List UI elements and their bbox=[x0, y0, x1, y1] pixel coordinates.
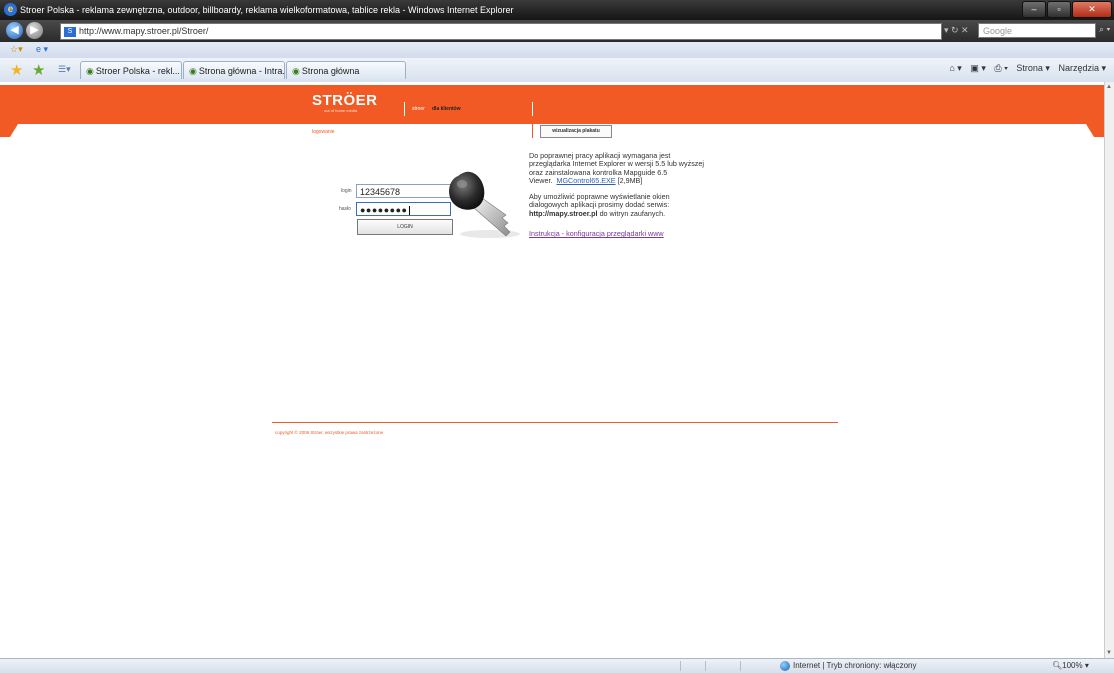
login-label: login bbox=[341, 188, 352, 194]
back-button[interactable]: ◀ bbox=[6, 22, 23, 39]
feeds-icon[interactable]: ▣ ▾ bbox=[970, 63, 986, 73]
poster-visualization-button[interactable]: wizualizacja plakatu bbox=[540, 125, 612, 138]
address-url: http://www.mapy.stroer.pl/Stroer/ bbox=[79, 26, 209, 36]
address-toolbar: ◀ ▶ Shttp://www.mapy.stroer.pl/Stroer/ ▾… bbox=[0, 20, 1114, 42]
login-input[interactable]: 12345678 bbox=[356, 184, 451, 198]
status-divider bbox=[705, 661, 706, 671]
window-title: Stroer Polska - reklama zewnętrzna, outd… bbox=[20, 5, 514, 15]
browser-config-instructions-link[interactable]: Instrukcja - konfiguracja przeglądarki w… bbox=[529, 229, 664, 238]
tab-label: Stroer Polska - rekl... bbox=[95, 66, 180, 76]
address-field[interactable]: Shttp://www.mapy.stroer.pl/Stroer/ bbox=[60, 23, 942, 40]
trusted-sites-paragraph: Aby umożliwić poprawne wyświetlanie okie… bbox=[529, 192, 709, 218]
nav-link-stroer[interactable]: stroer bbox=[412, 106, 425, 112]
status-divider bbox=[680, 661, 681, 671]
nav-divider bbox=[404, 102, 405, 116]
security-zone-text: Internet | Tryb chroniony: włączony bbox=[793, 661, 917, 671]
key-icon bbox=[449, 171, 520, 238]
trusted-sites-text: Aby umożliwić poprawne wyświetlanie okie… bbox=[529, 192, 670, 210]
password-value: ●●●●●●●● bbox=[360, 205, 408, 215]
page-favicon-icon: S bbox=[64, 26, 76, 37]
internet-globe-icon bbox=[780, 661, 790, 671]
page-icon: ◉ bbox=[189, 66, 197, 76]
page-icon: ◉ bbox=[86, 66, 94, 76]
tab-home[interactable]: ◉ Strona główna bbox=[286, 61, 406, 79]
favorites-add-icon[interactable]: ☆▾ bbox=[10, 44, 23, 55]
maximize-button[interactable]: ▫ bbox=[1047, 1, 1071, 18]
zoom-icon: 🔍︎ bbox=[1052, 661, 1063, 670]
status-bar: Internet | Tryb chroniony: włączony 🔍︎10… bbox=[0, 658, 1114, 673]
security-zone[interactable]: Internet | Tryb chroniony: włączony bbox=[780, 661, 916, 671]
command-bar: ⌂ ▾ ▣ ▾ ⎙ ▾ Strona ▾ Narzędzia ▾ bbox=[943, 63, 1106, 74]
close-button[interactable]: ✕ bbox=[1072, 1, 1112, 18]
tab-label: Strona główna bbox=[301, 66, 360, 76]
scroll-up-icon[interactable]: ▲ bbox=[1106, 84, 1112, 90]
print-icon[interactable]: ⎙ ▾ bbox=[994, 63, 1007, 73]
tab-list-icon[interactable]: ☰▾ bbox=[58, 64, 71, 75]
nav-divider bbox=[532, 102, 533, 116]
info-panel: Do poprawnej pracy aplikacji wymagana je… bbox=[529, 151, 709, 246]
add-favorite-icon[interactable]: ★ bbox=[32, 61, 45, 79]
trusted-sites-suffix: do witryn zaufanych. bbox=[599, 208, 666, 218]
favorites-star-icon[interactable]: ★ bbox=[10, 61, 23, 79]
trusted-site-url: http://mapy.stroer.pl bbox=[529, 208, 598, 218]
zoom-control[interactable]: 🔍︎100% ▾ bbox=[1052, 661, 1089, 670]
login-button[interactable]: LOGIN bbox=[357, 219, 453, 235]
web-page: STRÖER out of home media stroer dla klie… bbox=[0, 82, 1104, 658]
tab-label: Strona główna - Intra... bbox=[198, 66, 285, 76]
page-menu[interactable]: Strona ▾ bbox=[1016, 63, 1050, 73]
search-icon[interactable]: ⌕ ▾ bbox=[1099, 24, 1110, 35]
copyright-text: copyright © 2006 Ströer, wszystkie prawa… bbox=[275, 430, 384, 435]
window-controls: – ▫ ✕ bbox=[1021, 1, 1112, 18]
scroll-down-icon[interactable]: ▼ bbox=[1106, 650, 1112, 656]
ie-logo-icon: e bbox=[4, 3, 17, 16]
ie-menu-icon[interactable]: e ▾ bbox=[36, 44, 48, 55]
text-caret bbox=[408, 206, 410, 216]
logo-text: STRÖER bbox=[312, 92, 378, 109]
password-input[interactable]: ●●●●●●●● bbox=[356, 202, 451, 216]
subnav-divider bbox=[532, 124, 533, 138]
minimize-button[interactable]: – bbox=[1022, 1, 1046, 18]
forward-button[interactable]: ▶ bbox=[26, 22, 43, 39]
zoom-level: 100% bbox=[1062, 661, 1083, 670]
home-icon[interactable]: ⌂ ▾ bbox=[949, 63, 961, 73]
requirements-paragraph: Do poprawnej pracy aplikacji wymagana je… bbox=[529, 151, 709, 185]
site-logo[interactable]: STRÖER out of home media bbox=[312, 92, 378, 113]
download-size: [2,9MB] bbox=[617, 175, 643, 185]
window-titlebar: e Stroer Polska - reklama zewnętrzna, ou… bbox=[0, 0, 1114, 20]
nav-link-clients[interactable]: dla klientów bbox=[432, 106, 461, 112]
page-icon: ◉ bbox=[292, 66, 300, 76]
links-bar: ☆▾ e ▾ bbox=[0, 42, 1114, 59]
mgcontrol-download-link[interactable]: MGControl65.EXE bbox=[556, 176, 615, 185]
refresh-stop-icons[interactable]: ▾ ↻ ✕ bbox=[944, 25, 969, 36]
tab-stroer[interactable]: ◉Stroer Polska - rekl...✕ bbox=[80, 61, 182, 79]
tab-intranet[interactable]: ◉ Strona główna - Intra... bbox=[183, 61, 285, 79]
footer-divider bbox=[272, 422, 838, 423]
search-input[interactable]: Google bbox=[978, 23, 1096, 38]
status-divider bbox=[740, 661, 741, 671]
instructions-paragraph: Instrukcja - konfiguracja przeglądarki w… bbox=[529, 229, 709, 238]
tools-menu[interactable]: Narzędzia ▾ bbox=[1058, 63, 1106, 73]
favorites-tab-bar: ★ ★ ☰▾ ◉Stroer Polska - rekl...✕ ◉Strona… bbox=[0, 58, 1114, 83]
password-label: hasło bbox=[339, 206, 351, 212]
vertical-scrollbar[interactable]: ▲ ▼ bbox=[1104, 82, 1114, 658]
logout-link[interactable]: logowanie bbox=[312, 129, 335, 135]
